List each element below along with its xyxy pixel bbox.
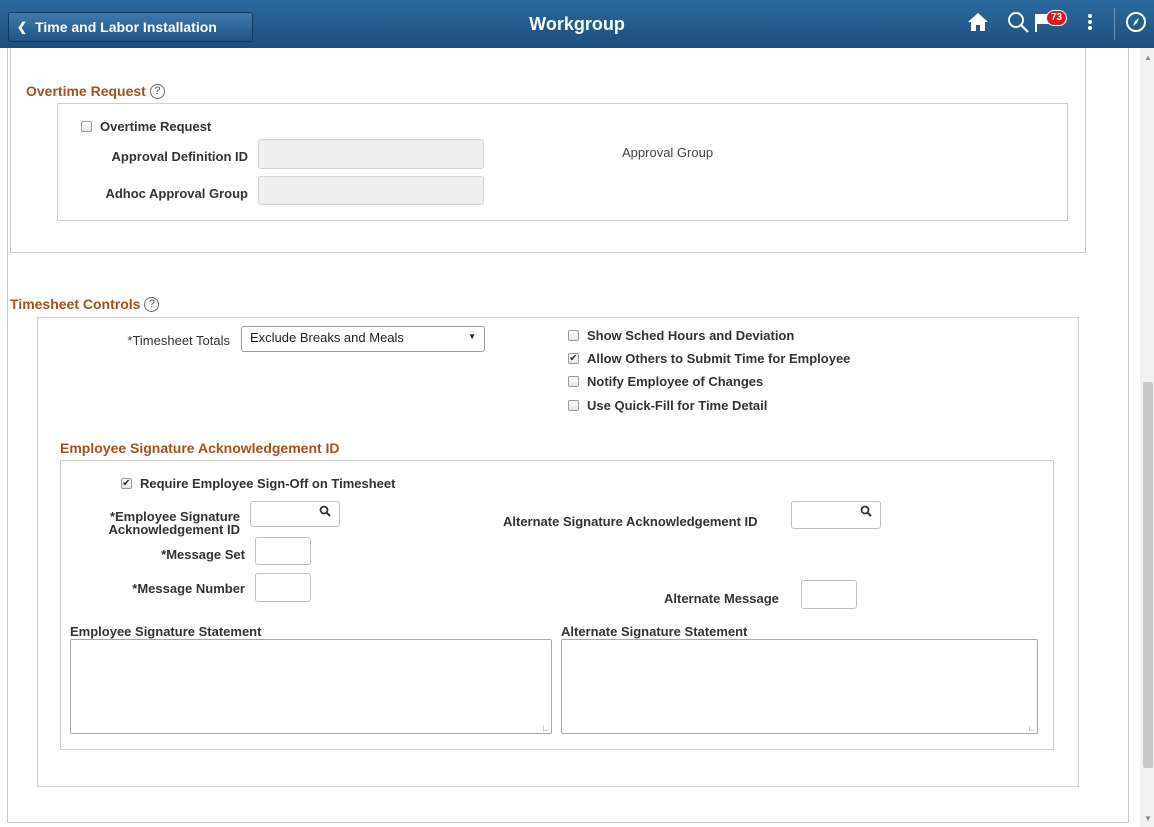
signature-section-title: Employee Signature Acknowledgement ID — [60, 440, 340, 456]
message-number-label: *Message Number — [132, 581, 245, 596]
adhoc-approval-group-input — [258, 176, 484, 205]
scroll-down-arrow-icon[interactable]: ▼ — [1144, 814, 1152, 823]
employee-signature-id-label-line2: Acknowledgement ID — [108, 522, 240, 537]
timesheet-section-title: Timesheet Controls ? — [10, 296, 160, 312]
dropdown-arrow-icon: ▼ — [468, 332, 476, 341]
scroll-up-arrow-icon[interactable]: ▲ — [1144, 53, 1152, 62]
back-button-label: Time and Labor Installation — [35, 19, 217, 35]
navigator-compass-icon[interactable] — [1124, 10, 1148, 40]
overtime-request-checkbox-label: Overtime Request — [100, 119, 212, 134]
help-icon[interactable]: ? — [149, 83, 165, 99]
checkbox-square[interactable]: ✔ — [568, 353, 579, 364]
alternate-statement-textarea[interactable]: ∟ — [561, 639, 1038, 734]
timesheet-option-checkbox[interactable]: Show Sched Hours and Deviation — [568, 328, 794, 343]
notification-count-badge: 73 — [1046, 10, 1068, 26]
overtime-section-title: Overtime Request ? — [26, 83, 165, 99]
checkbox-square[interactable] — [568, 376, 579, 387]
help-icon[interactable]: ? — [144, 296, 160, 312]
lookup-search-icon[interactable] — [860, 505, 872, 520]
header-divider — [1114, 8, 1115, 40]
timesheet-option-label: Notify Employee of Changes — [587, 374, 764, 389]
resize-grip-icon[interactable]: ∟ — [1027, 723, 1036, 733]
alternate-message-input[interactable] — [801, 580, 857, 609]
checkbox-square[interactable]: ✔ — [121, 478, 132, 489]
adhoc-approval-group-label: Adhoc Approval Group — [105, 186, 248, 201]
page-content: Overtime Request ? Overtime Request Appr… — [0, 48, 1138, 827]
employee-statement-label: Employee Signature Statement — [70, 624, 262, 639]
require-signoff-checkbox[interactable]: ✔ Require Employee Sign-Off on Timesheet — [121, 476, 395, 491]
approval-group-label: Approval Group — [622, 145, 714, 160]
message-set-label: *Message Set — [161, 547, 245, 562]
search-icon[interactable] — [1006, 10, 1030, 40]
message-set-input[interactable] — [255, 537, 311, 565]
timesheet-option-label: Use Quick-Fill for Time Detail — [587, 398, 768, 413]
timesheet-option-label: Allow Others to Submit Time for Employee — [587, 351, 851, 366]
approval-definition-label: Approval Definition ID — [111, 149, 249, 164]
alternate-statement-label: Alternate Signature Statement — [561, 624, 748, 639]
more-actions-icon[interactable] — [1086, 10, 1094, 40]
employee-statement-textarea[interactable]: ∟ — [70, 639, 552, 734]
approval-definition-input — [258, 139, 484, 169]
scrollbar-thumb[interactable] — [1143, 382, 1153, 768]
lookup-search-icon[interactable] — [319, 505, 331, 520]
checkbox-square[interactable] — [81, 121, 92, 132]
timesheet-option-checkbox[interactable]: Notify Employee of Changes — [568, 374, 763, 389]
require-signoff-label: Require Employee Sign-Off on Timesheet — [140, 476, 396, 491]
chevron-left-icon: ❮ — [17, 20, 28, 34]
employee-signature-id-label: *Employee Signature Acknowledgement ID — [70, 510, 240, 536]
alternate-message-label: Alternate Message — [664, 591, 779, 606]
home-icon[interactable] — [966, 10, 990, 40]
checkbox-square[interactable] — [568, 400, 579, 411]
overtime-request-checkbox[interactable]: Overtime Request — [81, 119, 211, 134]
alternate-signature-id-input[interactable] — [791, 501, 881, 529]
timesheet-option-checkbox[interactable]: Use Quick-Fill for Time Detail — [568, 398, 767, 413]
timesheet-totals-label: *Timesheet Totals — [127, 333, 230, 348]
resize-grip-icon[interactable]: ∟ — [541, 723, 550, 733]
back-button[interactable]: ❮ Time and Labor Installation — [8, 12, 253, 42]
checkbox-square[interactable] — [568, 330, 579, 341]
message-number-input[interactable] — [255, 573, 311, 602]
alternate-signature-id-label: Alternate Signature Acknowledgement ID — [503, 514, 758, 529]
employee-signature-id-input[interactable] — [250, 501, 340, 527]
overtime-section-title-text: Overtime Request — [26, 83, 146, 99]
timesheet-totals-select[interactable]: Exclude Breaks and Meals ▼ — [241, 326, 485, 352]
timesheet-option-label: Show Sched Hours and Deviation — [587, 328, 795, 343]
timesheet-section-title-text: Timesheet Controls — [10, 296, 141, 312]
timesheet-totals-value: Exclude Breaks and Meals — [250, 330, 404, 345]
app-header: ❮ Time and Labor Installation Workgroup … — [0, 0, 1154, 48]
timesheet-option-checkbox[interactable]: ✔ Allow Others to Submit Time for Employ… — [568, 351, 850, 366]
